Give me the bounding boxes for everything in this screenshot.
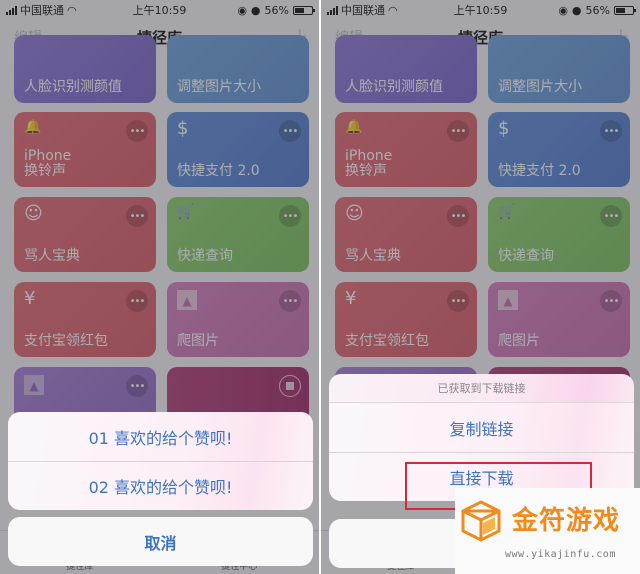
sheet-option-2[interactable]: 02 喜欢的给个赞呗! [8, 461, 313, 510]
action-sheet: 01 喜欢的给个赞呗! 02 喜欢的给个赞呗! [8, 412, 313, 510]
watermark-title: 金符游戏 [512, 506, 621, 536]
watermark: 金符游戏 www.yikajinfu.com [455, 488, 640, 574]
cube-logo-icon [461, 500, 501, 542]
sheet-header: 已获取到下载链接 [329, 374, 634, 403]
sheet-option-1[interactable]: 01 喜欢的给个赞呗! [8, 412, 313, 461]
cancel-button[interactable]: 取消 [8, 517, 313, 566]
right-phone-screen: 中国联通 ◠ 上午10:59 ◉ ● 56% 编辑 捷径库 + 人脸识别测颜值 … [321, 0, 640, 574]
left-phone-screen: 中国联通 ◠ 上午10:59 ◉ ● 56% 编辑 捷径库 + 人脸识别测颜值 … [0, 0, 319, 574]
watermark-url: www.yikajinfu.com [505, 549, 616, 560]
copy-link-option[interactable]: 复制链接 [329, 403, 634, 452]
